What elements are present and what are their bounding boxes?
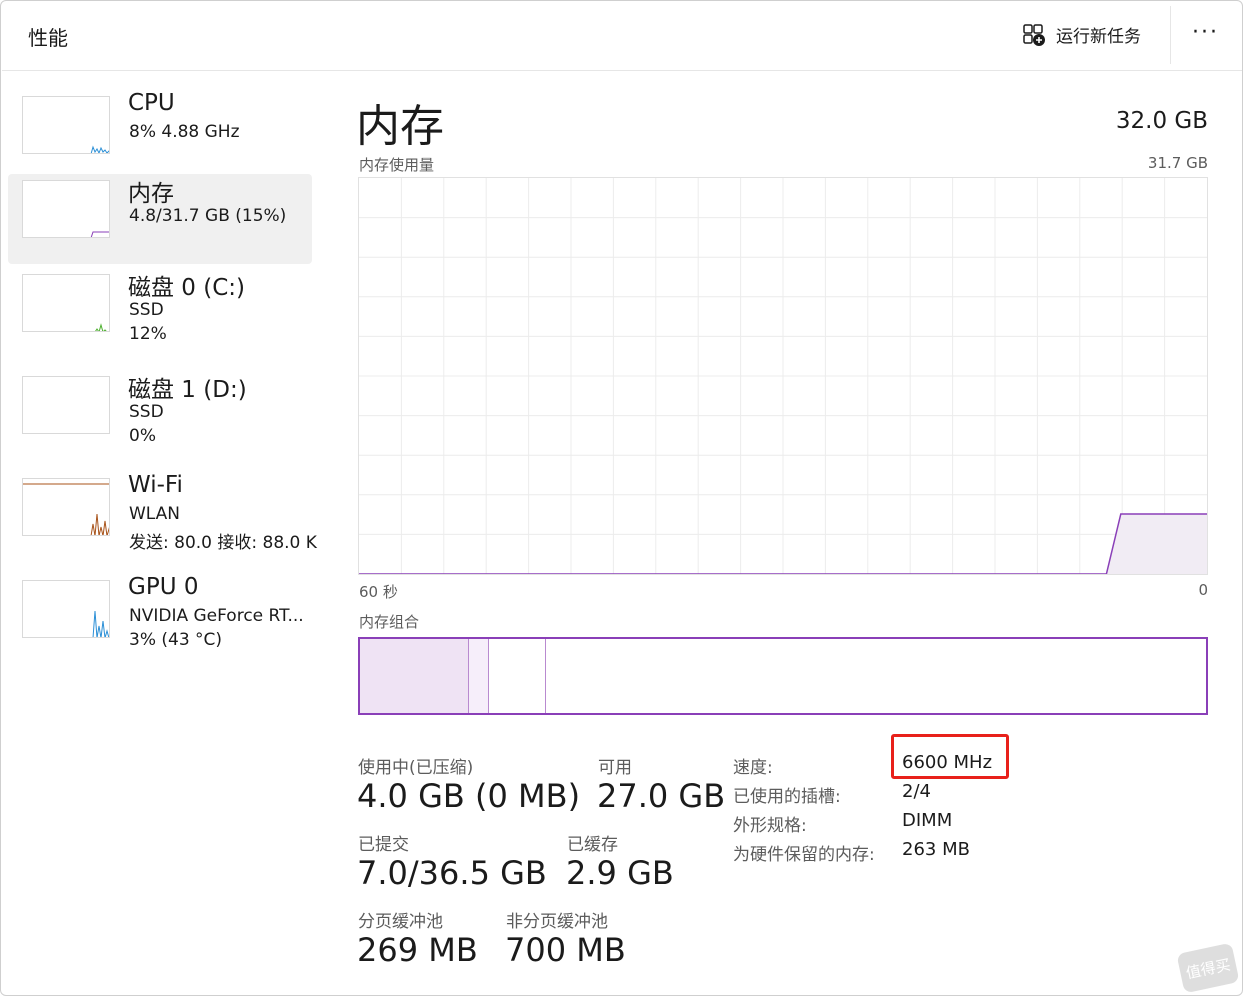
committed-value: 7.0/36.5 GB [357, 854, 547, 892]
sidebar-item-title: CPU [128, 90, 175, 116]
sidebar-item-detail: 4.8/31.7 GB (15%) [129, 206, 287, 226]
memory-composition-bar [358, 637, 1208, 715]
sidebar-item-wifi[interactable]: Wi-Fi WLAN 发送: 80.0 接收: 88.0 K [8, 472, 317, 562]
thumbnail-line [92, 610, 109, 637]
sidebar-item-title: 磁盘 1 (D:) [128, 377, 247, 403]
toolbar-divider [1170, 6, 1171, 64]
cached-label: 已缓存 [567, 835, 618, 855]
composition-free [546, 639, 1206, 713]
in-use-label: 使用中(已压缩) [358, 758, 474, 778]
sidebar-item-detail: 8% 4.88 GHz [129, 122, 240, 142]
thumbnail-sparkline [92, 610, 109, 637]
sidebar-item-detail: WLAN [129, 504, 181, 524]
form-factor-value: DIMM [902, 810, 953, 831]
sidebar-item-detail: SSD [129, 402, 164, 422]
cached-value: 2.9 GB [566, 854, 674, 892]
time-left-label: 60 秒 [359, 583, 398, 601]
composition-label: 内存组合 [359, 613, 420, 631]
run-new-task-button[interactable]: 运行新任务 [1022, 22, 1141, 47]
sidebar-item-disk-1[interactable]: 磁盘 1 (D:) SSD 0% [8, 370, 312, 460]
usage-label: 内存使用量 [359, 156, 435, 174]
sidebar-item-detail: 发送: 80.0 接收: 88.0 K [129, 533, 317, 553]
sidebar-item-cpu[interactable]: CPU 8% 4.88 GHz [8, 90, 312, 180]
sidebar-item-title: GPU 0 [128, 574, 199, 600]
total-memory: 32.0 GB [1115, 108, 1208, 134]
memory-usage-graph [358, 177, 1208, 575]
sidebar-item-detail: 0% [129, 426, 156, 446]
nonpaged-pool-label: 非分页缓冲池 [506, 912, 608, 932]
slots-value: 2/4 [902, 781, 931, 802]
sidebar-item-gpu-0[interactable]: GPU 0 NVIDIA GeForce RT... 3% (43 °C) [8, 574, 312, 664]
run-task-label: 运行新任务 [1056, 27, 1141, 47]
time-right-label: 0 [1198, 581, 1208, 599]
usage-max: 31.7 GB [1147, 154, 1208, 172]
sidebar-item-detail: NVIDIA GeForce RT... [129, 606, 304, 626]
memory-usage-chart [359, 178, 1207, 574]
composition-in-use [360, 639, 469, 713]
in-use-value: 4.0 GB (0 MB) [357, 777, 581, 815]
hardware-reserved-label: 为硬件保留的内存: [733, 845, 875, 865]
composition-modified [469, 639, 489, 713]
thumbnail-sparkline [90, 231, 109, 237]
nonpaged-pool-value: 700 MB [505, 931, 626, 969]
thumbnail-sparkline [23, 483, 109, 535]
form-factor-label: 外形规格: [733, 816, 807, 836]
sidebar-thumbnail-graph [22, 478, 110, 536]
sidebar-item-title: Wi-Fi [128, 472, 183, 498]
thumbnail-line-receive [90, 513, 109, 535]
paged-pool-label: 分页缓冲池 [358, 912, 443, 932]
sidebar-thumbnail-graph [22, 376, 110, 434]
sidebar-thumbnail-graph [22, 180, 110, 238]
sidebar-item-title: 内存 [128, 181, 174, 207]
hardware-reserved-value: 263 MB [902, 839, 970, 860]
paged-pool-value: 269 MB [357, 931, 478, 969]
slots-label: 已使用的插槽: [733, 787, 841, 807]
speed-label: 速度: [733, 758, 773, 778]
thumbnail-sparkline [90, 145, 109, 153]
top-bar: 性能 运行新任务 ··· [2, 0, 1242, 71]
committed-label: 已提交 [358, 835, 409, 855]
thumbnail-line [95, 323, 107, 331]
sidebar-item-detail: 12% [129, 324, 167, 344]
thumbnail-sparkline [23, 377, 110, 434]
speed-highlight-box [891, 734, 1009, 779]
sidebar-thumbnail-graph [22, 274, 110, 332]
memory-title: 内存 [356, 101, 444, 152]
thumbnail-line [90, 145, 109, 153]
sidebar-item-detail: SSD [129, 300, 164, 320]
thumbnail-sparkline [95, 323, 107, 331]
available-value: 27.0 GB [597, 777, 726, 815]
sidebar-thumbnail-graph [22, 96, 110, 154]
sidebar-item-title: 磁盘 0 (C:) [128, 275, 246, 301]
page-title: 性能 [28, 26, 68, 50]
thumbnail-line [90, 231, 109, 237]
sidebar-item-detail: 3% (43 °C) [129, 630, 223, 650]
available-label: 可用 [598, 758, 632, 778]
sidebar-item-disk-0[interactable]: 磁盘 0 (C:) SSD 12% [8, 268, 312, 358]
sidebar-item-memory[interactable]: 内存 4.8/31.7 GB (15%) [8, 174, 312, 264]
more-horizontal-icon[interactable]: ··· [1192, 20, 1219, 45]
sidebar-thumbnail-graph [22, 580, 110, 638]
composition-standby [489, 639, 546, 713]
run-task-icon [1022, 23, 1046, 47]
